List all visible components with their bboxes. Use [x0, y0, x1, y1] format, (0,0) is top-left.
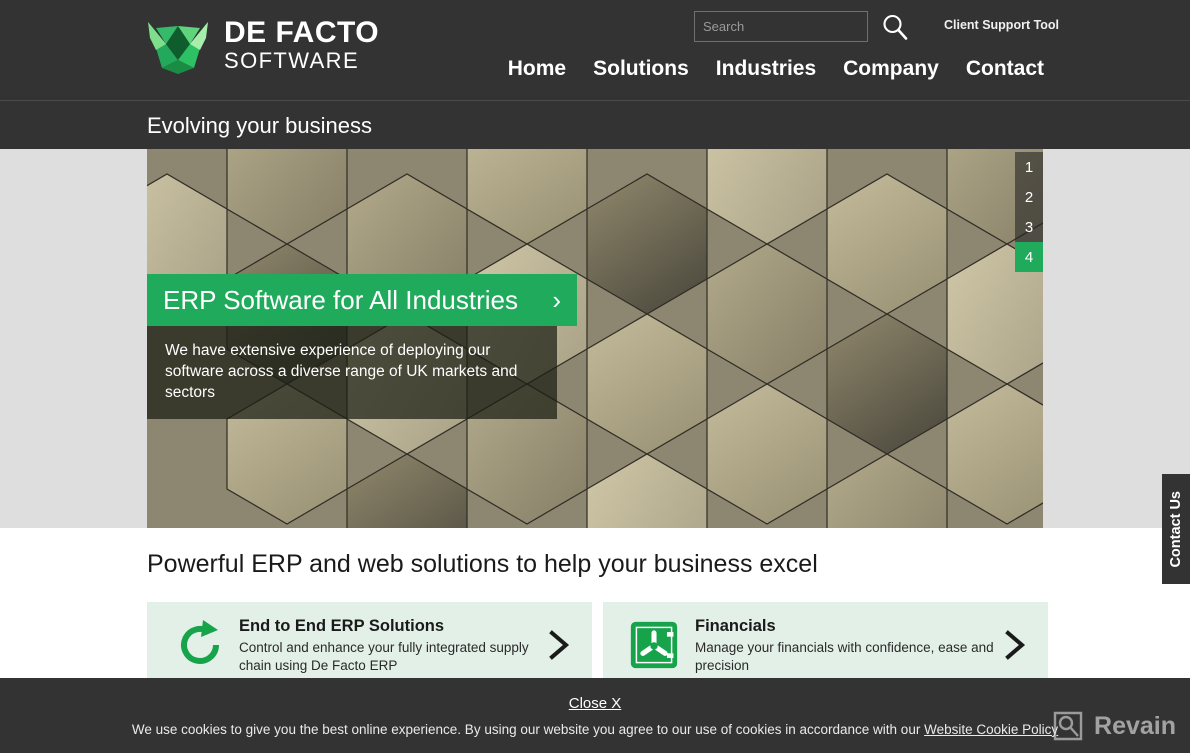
hero-caption: ERP Software for All Industries › We hav… [147, 274, 577, 419]
search-input[interactable] [694, 11, 868, 42]
slide-indicator-2[interactable]: 2 [1015, 182, 1043, 212]
page-root: DE FACTO SOFTWARE Client Support Tool Ho… [0, 0, 1190, 753]
slide-pagination: 1 2 3 4 [1015, 152, 1043, 272]
circular-arrow-icon [181, 620, 219, 664]
chevron-right-icon: › [552, 284, 561, 315]
nav-item-company[interactable]: Company [843, 57, 939, 81]
logo[interactable]: DE FACTO SOFTWARE [146, 16, 379, 76]
card-title: Financials [695, 617, 776, 635]
hero-area: ERP Software for All Industries › We hav… [0, 149, 1190, 528]
tagline-text: Evolving your business [147, 113, 373, 138]
nav-item-home[interactable]: Home [508, 57, 566, 81]
solution-cards: End to End ERP Solutions Control and enh… [147, 602, 1048, 688]
card-chevron-wrap [540, 629, 578, 661]
cookie-text: We use cookies to give you the best onli… [132, 722, 1058, 737]
search-area [694, 11, 910, 42]
search-icon[interactable] [880, 12, 910, 42]
card-end-to-end-erp-solutions[interactable]: End to End ERP Solutions Control and enh… [147, 602, 592, 688]
cookie-close-button[interactable]: Close X [569, 695, 622, 712]
slide-indicator-1[interactable]: 1 [1015, 152, 1043, 182]
logo-subtitle: SOFTWARE [224, 48, 360, 73]
cookie-consent-bar: Close X We use cookies to give you the b… [0, 678, 1190, 753]
logo-text: DE FACTO SOFTWARE [224, 18, 379, 74]
card-financials[interactable]: Financials Manage your financials with c… [603, 602, 1048, 688]
card-icon-wrap [629, 620, 685, 670]
card-title: End to End ERP Solutions [239, 617, 445, 635]
revain-watermark: Revain [1051, 709, 1176, 743]
revain-label: Revain [1094, 711, 1176, 740]
client-support-tool-link[interactable]: Client Support Tool [944, 18, 1059, 32]
slide-indicator-3[interactable]: 3 [1015, 212, 1043, 242]
page-title: Powerful ERP and web solutions to help y… [147, 550, 818, 578]
nav-item-contact[interactable]: Contact [966, 57, 1044, 81]
tagline-bar: Evolving your business [0, 100, 1190, 150]
de-facto-logo-icon [148, 22, 208, 74]
card-description: Manage your financials with confidence, … [695, 640, 994, 673]
card-description: Control and enhance your fully integrate… [239, 640, 529, 673]
slide-indicator-4[interactable]: 4 [1015, 242, 1043, 272]
cookie-message: We use cookies to give you the best onli… [131, 721, 925, 737]
chevron-right-icon [549, 630, 570, 660]
contact-us-label: Contact Us [1168, 490, 1184, 568]
hero-title: ERP Software for All Industries [163, 284, 519, 315]
nav-item-industries[interactable]: Industries [716, 57, 816, 81]
chevron-right-icon [1005, 630, 1026, 660]
revain-logo-icon [1053, 711, 1083, 741]
hero-banner: ERP Software for All Industries › We hav… [147, 149, 1043, 528]
main-navigation: Home Solutions Industries Company Contac… [508, 57, 1044, 81]
nav-item-solutions[interactable]: Solutions [593, 57, 689, 81]
card-body: End to End ERP Solutions Control and enh… [229, 615, 540, 675]
card-icon-wrap [173, 618, 229, 672]
card-chevron-wrap [996, 629, 1034, 661]
website-cookie-policy-link[interactable]: Website Cookie Policy [924, 722, 1058, 737]
hero-title-banner[interactable]: ERP Software for All Industries › [147, 274, 577, 326]
financials-icon [630, 621, 678, 669]
logo-title: DE FACTO [224, 16, 380, 49]
site-header: DE FACTO SOFTWARE Client Support Tool Ho… [0, 0, 1190, 100]
hero-description: We have extensive experience of deployin… [147, 326, 557, 419]
card-body: Financials Manage your financials with c… [685, 615, 996, 675]
contact-us-tab[interactable]: Contact Us [1162, 474, 1190, 584]
